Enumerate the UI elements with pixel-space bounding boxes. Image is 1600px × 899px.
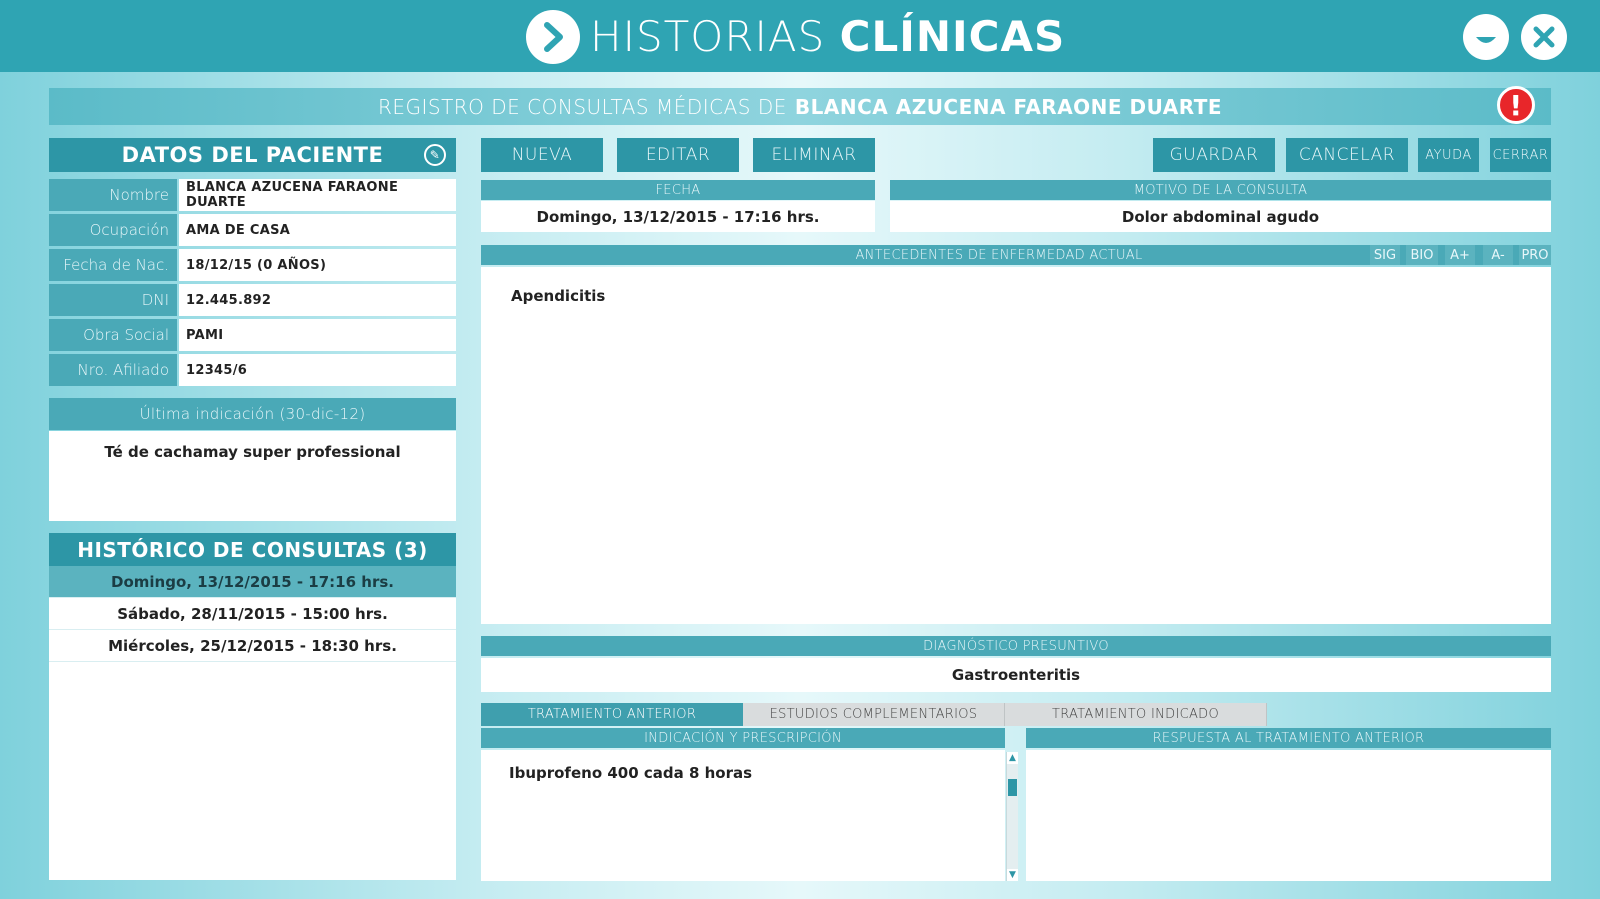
header-patient-name: BLANCA AZUCENA FARAONE DUARTE [794, 94, 1223, 119]
last-indication-text: Té de cachamay super professional [104, 443, 401, 461]
patient-panel-title: DATOS DEL PACIENTE ✎ [49, 138, 456, 172]
cancel-button[interactable]: CANCELAR [1286, 138, 1408, 172]
field-value: 12.445.892 [179, 284, 456, 316]
field-label: Fecha de Nac. [49, 249, 177, 281]
consultation-header: REGISTRO DE CONSULTAS MÉDICAS DE BLANCA … [49, 86, 1551, 125]
minimize-icon [1476, 37, 1496, 43]
field-label: Ocupación [49, 214, 177, 246]
alert-symbol: ! [1509, 88, 1523, 122]
prescription-scrollbar[interactable]: ▲ ▼ [1006, 752, 1018, 881]
field-value: AMA DE CASA [179, 214, 456, 246]
field-row-obra-social: Obra Social PAMI [49, 319, 456, 351]
app-title-bold: CLÍNICAS [839, 12, 1066, 61]
format-pro-button[interactable]: PRO [1519, 245, 1551, 265]
scroll-down-icon[interactable]: ▼ [1007, 869, 1018, 881]
patient-title-text: DATOS DEL PACIENTE [121, 143, 384, 167]
tab-previous-treatment[interactable]: TRATAMIENTO ANTERIOR [481, 703, 743, 726]
tab-indicated-treatment[interactable]: TRATAMIENTO INDICADO [1005, 703, 1267, 726]
close-button[interactable]: CERRAR [1490, 138, 1551, 172]
history-item[interactable]: Domingo, 13/12/2015 - 17:16 hrs. [49, 566, 456, 598]
response-textarea[interactable] [1026, 750, 1551, 881]
field-row-ocupacion: Ocupación AMA DE CASA [49, 214, 456, 246]
diagnosis-header: DIAGNÓSTICO PRESUNTIVO [481, 636, 1551, 656]
prescription-header: INDICACIÓN Y PRESCRIPCIÓN [481, 728, 1005, 748]
field-value: PAMI [179, 319, 456, 351]
app-brand: HISTORIAS CLÍNICAS [526, 9, 1065, 65]
history-illness-textarea[interactable]: Apendicitis [481, 267, 1551, 624]
date-value: Domingo, 13/12/2015 - 17:16 hrs. [481, 201, 875, 232]
alert-icon[interactable]: ! [1497, 86, 1535, 124]
field-label: DNI [49, 284, 177, 316]
field-label: Nombre [49, 179, 177, 211]
prescription-textarea[interactable]: Ibuprofeno 400 cada 8 horas [481, 750, 1005, 881]
tab-complementary-studies[interactable]: ESTUDIOS COMPLEMENTARIOS [743, 703, 1005, 726]
scroll-up-icon[interactable]: ▲ [1007, 752, 1018, 764]
help-button[interactable]: AYUDA [1418, 138, 1479, 172]
history-item[interactable]: Sábado, 28/11/2015 - 15:00 hrs. [49, 598, 456, 630]
header-prefix: REGISTRO DE CONSULTAS MÉDICAS DE [377, 94, 787, 119]
history-illness-text: Apendicitis [511, 287, 606, 305]
font-increase-button[interactable]: A+ [1445, 245, 1475, 265]
title-bar: HISTORIAS CLÍNICAS [0, 0, 1600, 72]
last-indication-box: Té de cachamay super professional [49, 431, 456, 521]
format-sig-button[interactable]: SIG [1370, 245, 1400, 265]
date-header: FECHA [481, 180, 875, 200]
history-list: Domingo, 13/12/2015 - 17:16 hrs. Sábado,… [49, 566, 456, 880]
field-row-dni: DNI 12.445.892 [49, 284, 456, 316]
field-label: Obra Social [49, 319, 177, 351]
font-decrease-button[interactable]: A- [1483, 245, 1513, 265]
field-value: 18/12/15 (0 AÑOS) [179, 249, 456, 281]
edit-pencil-icon[interactable]: ✎ [424, 144, 446, 166]
last-indication-header: Última indicación (30-dic-12) [49, 398, 456, 430]
prescription-text: Ibuprofeno 400 cada 8 horas [509, 764, 753, 782]
field-value: 12345/6 [179, 354, 456, 386]
field-label: Nro. Afiliado [49, 354, 177, 386]
edit-button[interactable]: EDITAR [617, 138, 739, 172]
app-title: HISTORIAS CLÍNICAS [590, 16, 1065, 58]
delete-button[interactable]: ELIMINAR [753, 138, 875, 172]
field-row-nombre: Nombre BLANCA AZUCENA FARAONE DUARTE [49, 179, 456, 211]
reason-value[interactable]: Dolor abdominal agudo [890, 201, 1551, 232]
response-header: RESPUESTA AL TRATAMIENTO ANTERIOR [1026, 728, 1551, 748]
field-value: BLANCA AZUCENA FARAONE DUARTE [179, 179, 456, 211]
field-row-fecha-nac: Fecha de Nac. 18/12/15 (0 AÑOS) [49, 249, 456, 281]
close-icon [1533, 26, 1555, 48]
scroll-thumb[interactable] [1008, 779, 1017, 796]
minimize-button[interactable] [1463, 14, 1509, 60]
close-window-button[interactable] [1521, 14, 1567, 60]
format-bio-button[interactable]: BIO [1406, 245, 1438, 265]
reason-header: MOTIVO DE LA CONSULTA [890, 180, 1551, 200]
history-illness-label: ANTECEDENTES DE ENFERMEDAD ACTUAL [855, 247, 1143, 263]
field-row-nro-afiliado: Nro. Afiliado 12345/6 [49, 354, 456, 386]
history-item[interactable]: Miércoles, 25/12/2015 - 18:30 hrs. [49, 630, 456, 662]
chevron-right-icon [526, 10, 580, 64]
new-button[interactable]: NUEVA [481, 138, 603, 172]
app-title-light: HISTORIAS [590, 12, 826, 61]
history-title: HISTÓRICO DE CONSULTAS (3) [49, 533, 456, 566]
diagnosis-value[interactable]: Gastroenteritis [481, 658, 1551, 692]
save-button[interactable]: GUARDAR [1153, 138, 1275, 172]
